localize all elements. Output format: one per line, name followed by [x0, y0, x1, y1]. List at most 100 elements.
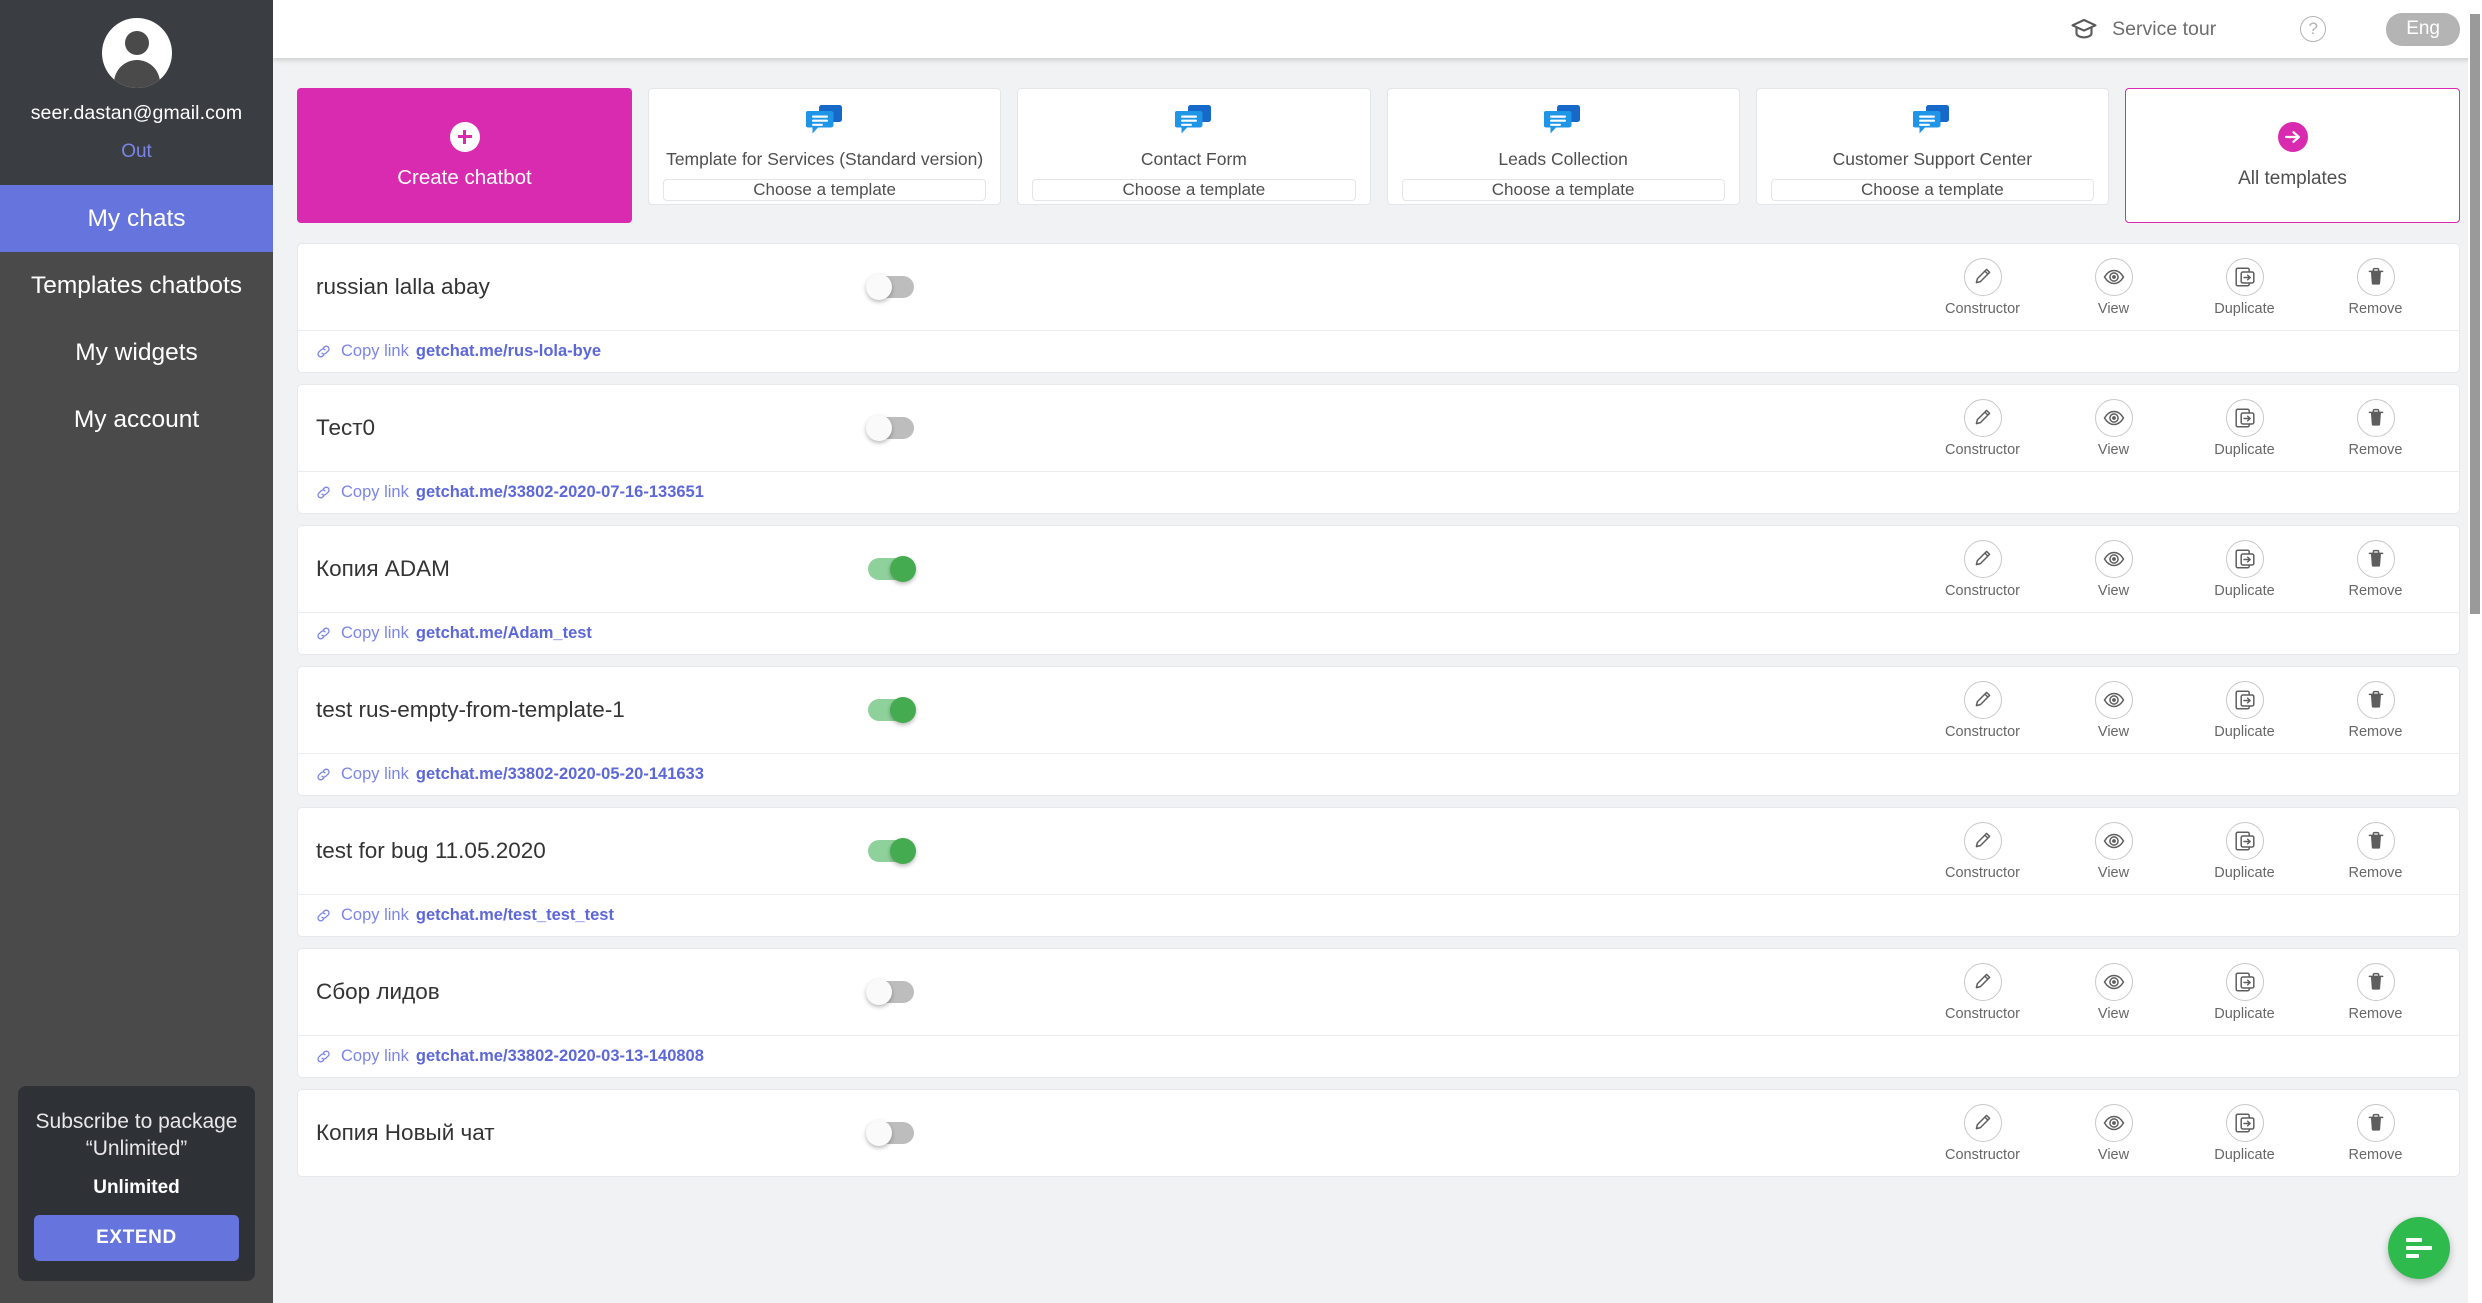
copy-link-label[interactable]: Copy link — [341, 624, 409, 643]
constructor-button[interactable]: Constructor — [1917, 962, 2048, 1022]
question-mark-icon[interactable]: ? — [2300, 16, 2327, 42]
template-card-services: Template for Services (Standard version)… — [648, 88, 1002, 205]
constructor-button[interactable]: Constructor — [1917, 539, 2048, 599]
sidebar-item-my-widgets[interactable]: My widgets — [0, 319, 273, 386]
chatbot-actions: Constructor View Duplicate Remove — [1138, 1103, 2441, 1163]
chatbot-card: test rus-empty-from-template-1 Constructo… — [297, 666, 2460, 796]
view-button[interactable]: View — [2048, 962, 2179, 1022]
choose-template-button[interactable]: Choose a template — [663, 179, 987, 202]
chatbot-toggle-wrap — [868, 697, 1138, 723]
template-strip: Create chatbot Template for Services (St… — [297, 58, 2460, 243]
chatbot-url[interactable]: getchat.me/Adam_test — [416, 624, 592, 643]
constructor-button[interactable]: Constructor — [1917, 257, 2048, 317]
remove-button[interactable]: Remove — [2310, 821, 2441, 881]
duplicate-button[interactable]: Duplicate — [2179, 962, 2310, 1022]
chatbot-card: Тест0 Constructor View Duplicate Remove Copy … — [297, 384, 2460, 514]
remove-button[interactable]: Remove — [2310, 398, 2441, 458]
service-tour-button[interactable]: Service tour — [2071, 18, 2216, 41]
chatbot-enable-toggle[interactable] — [868, 556, 916, 582]
chat-lines-icon[interactable] — [2388, 1217, 2450, 1279]
all-templates-label: All templates — [2238, 167, 2347, 189]
pencil-icon — [1963, 398, 2002, 437]
sidebar-item-my-chats[interactable]: My chats — [0, 185, 273, 252]
chatbot-enable-toggle[interactable] — [866, 415, 914, 441]
constructor-button[interactable]: Constructor — [1917, 680, 2048, 740]
template-card-title: Customer Support Center — [1832, 149, 2033, 169]
duplicate-button[interactable]: Duplicate — [2179, 257, 2310, 317]
choose-template-button[interactable]: Choose a template — [1032, 179, 1356, 202]
chatbot-enable-toggle[interactable] — [868, 697, 916, 723]
remove-button[interactable]: Remove — [2310, 539, 2441, 599]
duplicate-button[interactable]: Duplicate — [2179, 680, 2310, 740]
chatbot-link-row: Copy link getchat.me/rus-lola-bye — [298, 330, 2459, 372]
constructor-button[interactable]: Constructor — [1917, 821, 2048, 881]
duplicate-icon — [2225, 821, 2264, 860]
main-content: Service tour ? Eng Create chatbot Templa… — [273, 0, 2482, 1303]
view-button[interactable]: View — [2048, 257, 2179, 317]
chatbot-toggle-wrap — [868, 556, 1138, 582]
subscribe-title: Subscribe to package “Unlimited” — [35, 1109, 238, 1161]
view-button[interactable]: View — [2048, 398, 2179, 458]
sidebar-item-templates-chatbots[interactable]: Templates chatbots — [0, 252, 273, 319]
chatbot-link-row: Copy link getchat.me/33802-2020-07-16-133… — [298, 471, 2459, 513]
action-label: View — [2097, 864, 2130, 881]
chatbot-url[interactable]: getchat.me/test_test_test — [416, 906, 614, 925]
action-label: Duplicate — [2214, 864, 2275, 881]
copy-link-label[interactable]: Copy link — [341, 765, 409, 784]
chatbot-url[interactable]: getchat.me/33802-2020-07-16-133651 — [416, 483, 704, 502]
action-label: View — [2097, 723, 2130, 740]
constructor-button[interactable]: Constructor — [1917, 398, 2048, 458]
chatbot-row: Тест0 Constructor View Duplicate Remove — [298, 385, 2459, 471]
chatbot-enable-toggle[interactable] — [866, 274, 914, 300]
scrollbar-track[interactable] — [2468, 0, 2482, 1303]
duplicate-button[interactable]: Duplicate — [2179, 821, 2310, 881]
template-card-contact-form: Contact Form Choose a template — [1017, 88, 1371, 205]
action-label: Remove — [2348, 723, 2403, 740]
action-label: Duplicate — [2214, 1146, 2275, 1163]
constructor-button[interactable]: Constructor — [1917, 1103, 2048, 1163]
copy-link-label[interactable]: Copy link — [341, 342, 409, 361]
chatbot-row: Сбор лидов Constructor View Duplicate Remove — [298, 949, 2459, 1035]
duplicate-button[interactable]: Duplicate — [2179, 539, 2310, 599]
sidebar-spacer — [0, 453, 273, 1086]
chatbot-actions: Constructor View Duplicate Remove — [1138, 398, 2441, 458]
view-button[interactable]: View — [2048, 680, 2179, 740]
chatbot-enable-toggle[interactable] — [866, 979, 914, 1005]
chain-link-icon — [316, 485, 331, 500]
chatbot-card: Сбор лидов Constructor View Duplicate Remove… — [297, 948, 2460, 1078]
all-templates-card[interactable]: All templates — [2125, 88, 2460, 223]
duplicate-button[interactable]: Duplicate — [2179, 1103, 2310, 1163]
copy-link-label[interactable]: Copy link — [341, 906, 409, 925]
duplicate-button[interactable]: Duplicate — [2179, 398, 2310, 458]
sidebar-item-my-account[interactable]: My account — [0, 386, 273, 453]
chatbot-url[interactable]: getchat.me/33802-2020-05-20-141633 — [416, 765, 704, 784]
chatbot-enable-toggle[interactable] — [868, 838, 916, 864]
logout-link[interactable]: Out — [0, 141, 273, 163]
view-button[interactable]: View — [2048, 821, 2179, 881]
scroll-area[interactable]: Create chatbot Template for Services (St… — [273, 58, 2482, 1303]
view-button[interactable]: View — [2048, 539, 2179, 599]
remove-button[interactable]: Remove — [2310, 962, 2441, 1022]
copy-link-label[interactable]: Copy link — [341, 1047, 409, 1066]
action-label: Remove — [2348, 300, 2403, 317]
chatbot-url[interactable]: getchat.me/33802-2020-03-13-140808 — [416, 1047, 704, 1066]
chatbot-enable-toggle[interactable] — [866, 1120, 914, 1146]
language-toggle-button[interactable]: Eng — [2386, 12, 2460, 46]
copy-link-label[interactable]: Copy link — [341, 483, 409, 502]
extend-button[interactable]: EXTEND — [34, 1215, 239, 1261]
remove-button[interactable]: Remove — [2310, 680, 2441, 740]
create-chatbot-card[interactable]: Create chatbot — [297, 88, 632, 223]
action-label: Duplicate — [2214, 1005, 2275, 1022]
trash-icon — [2356, 962, 2395, 1001]
top-header-bar: Service tour ? Eng — [273, 0, 2482, 58]
view-button[interactable]: View — [2048, 1103, 2179, 1163]
scrollbar-thumb[interactable] — [2470, 14, 2480, 614]
chatbot-url[interactable]: getchat.me/rus-lola-bye — [416, 342, 601, 361]
eye-icon — [2094, 539, 2133, 578]
chatbot-toggle-wrap — [866, 979, 1138, 1005]
choose-template-button[interactable]: Choose a template — [1401, 179, 1725, 202]
remove-button[interactable]: Remove — [2310, 1103, 2441, 1163]
action-label: Duplicate — [2214, 723, 2275, 740]
remove-button[interactable]: Remove — [2310, 257, 2441, 317]
choose-template-button[interactable]: Choose a template — [1770, 179, 2094, 202]
